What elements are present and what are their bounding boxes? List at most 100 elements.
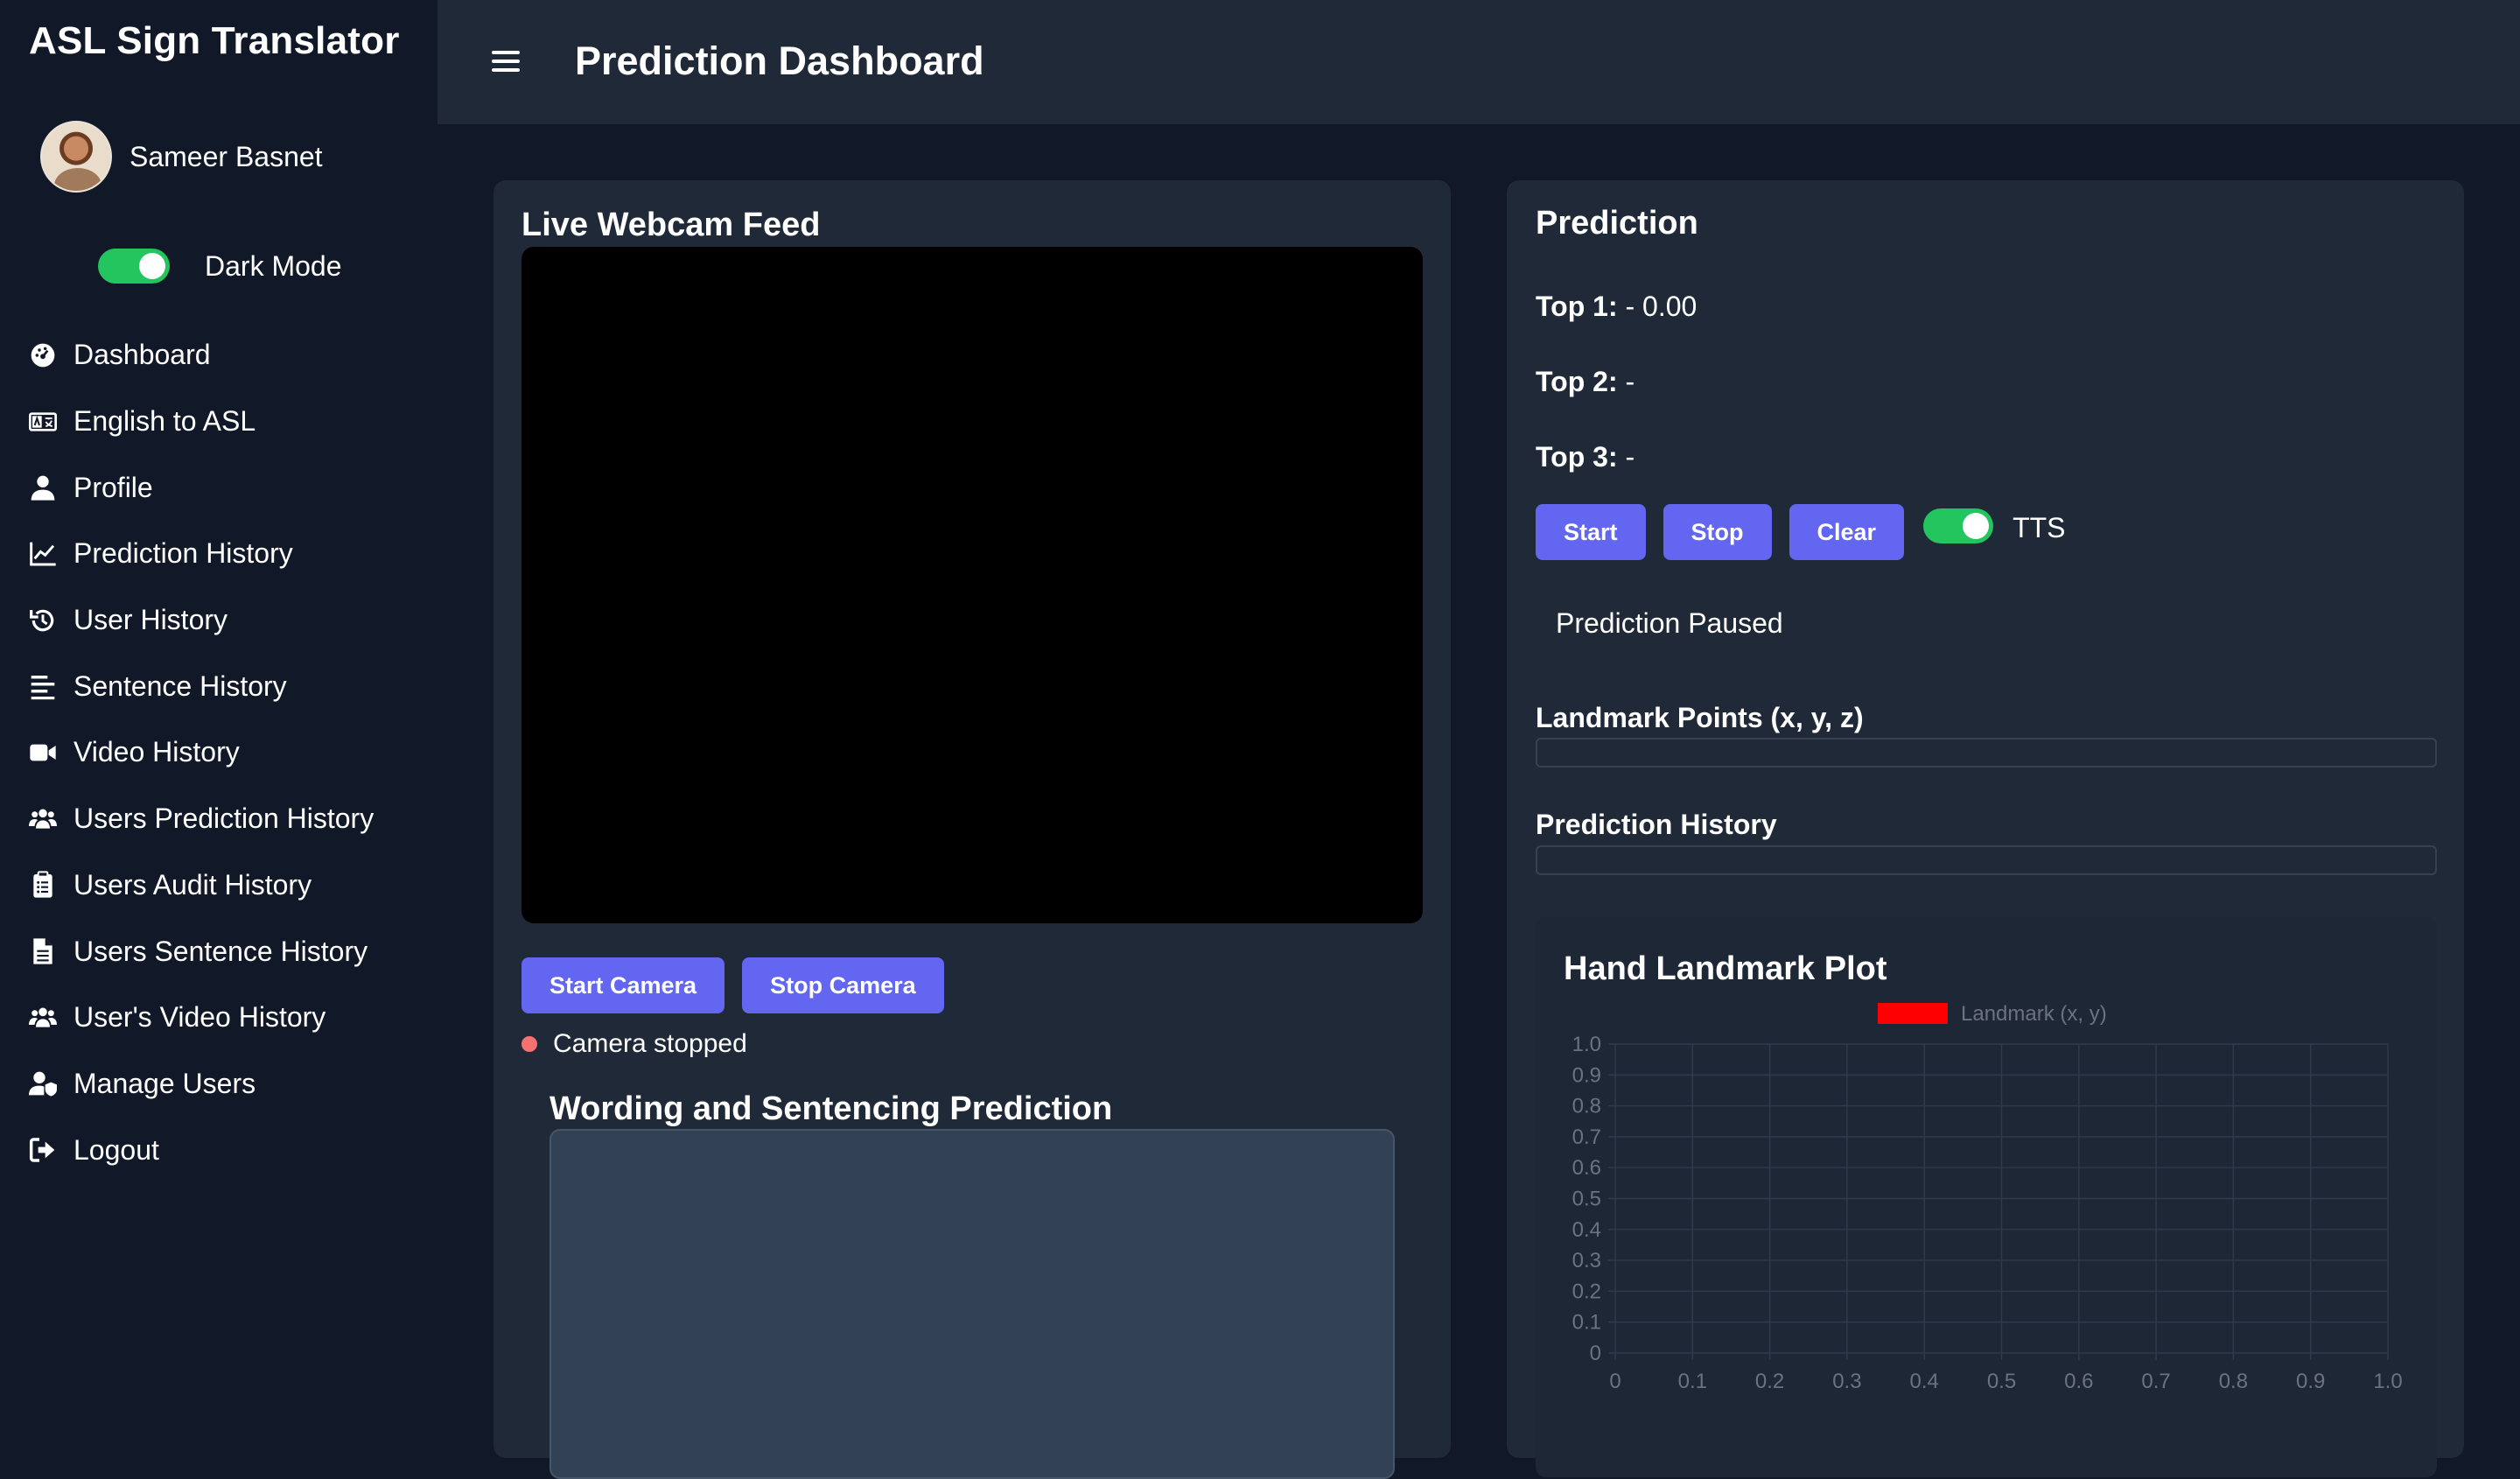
y-tick-label: 0.9 [1572,1063,1601,1087]
user-shield-icon [26,1067,60,1100]
page-title: Prediction Dashboard [575,39,984,83]
avatar [40,121,112,193]
tts-label: TTS [2012,511,2066,543]
legend-label: Landmark (x, y) [1961,1002,2107,1026]
chart-line-icon [26,537,60,571]
users-icon [26,803,60,836]
sidebar-item-label: Users Prediction History [74,803,374,835]
x-tick-label: 0.2 [1755,1370,1784,1393]
top2-label: Top 2: [1536,366,1618,397]
x-tick-label: 0.5 [1987,1370,2016,1393]
prediction-controls: Start Stop Clear TTS [1536,504,2066,560]
user-icon [26,471,60,504]
y-tick-label: 0 [1590,1342,1601,1365]
y-tick-label: 0.2 [1572,1279,1601,1303]
user-name: Sameer Basnet [130,140,323,172]
y-tick-label: 0.5 [1572,1188,1601,1211]
sidebar-item-users-sentence-history[interactable]: Users Sentence History [26,918,374,985]
x-tick-label: 0.9 [2296,1370,2325,1393]
sidebar-item-label: Users Audit History [74,868,312,901]
x-tick-label: 0.1 [1678,1370,1707,1393]
prediction-history-box [1536,845,2437,875]
sidebar-item-label: Dashboard [74,339,211,371]
webcam-card: Live Webcam Feed Start Camera Stop Camer… [494,180,1451,1479]
sidebar-item-label: Manage Users [74,1067,256,1099]
sidebar-item-label: Logout [74,1133,159,1166]
status-dot-icon [522,1036,537,1052]
dashboard-icon [26,339,60,372]
sidebar-item-label: Sentence History [74,669,287,702]
x-tick-label: 1.0 [2373,1370,2402,1393]
sidebar-item-dashboard[interactable]: Dashboard [26,322,374,389]
language-icon [26,405,60,438]
prediction-card: Prediction Top 1: - 0.00 Top 2: - Top 3:… [1507,180,2464,1477]
y-tick-label: 0.4 [1572,1218,1601,1242]
prediction-title: Prediction [1536,205,1698,242]
start-button[interactable]: Start [1536,504,1646,560]
toggle-knob [139,253,165,279]
y-tick-label: 0.1 [1572,1311,1601,1335]
y-tick-label: 0.6 [1572,1156,1601,1180]
logout-icon [26,1133,60,1167]
stop-camera-button[interactable]: Stop Camera [742,957,944,1013]
clipboard-icon [26,868,60,901]
webcam-title: Live Webcam Feed [522,207,821,243]
legend-swatch [1878,1003,1948,1024]
start-camera-button[interactable]: Start Camera [522,957,725,1013]
top3-value: - [1625,441,1635,473]
hand-landmark-plot: Hand Landmark Plot 0 0.1 0.2 0.3 0.4 0.5 0.6 0.… [1536,917,2437,1477]
top2-value: - [1625,366,1635,397]
sidebar-item-label: English to ASL [74,405,256,438]
sidebar-item-manage-users[interactable]: Manage Users [26,1051,374,1118]
dark-mode-row: Dark Mode [98,249,342,284]
video-icon [26,736,60,769]
webcam-feed [522,247,1423,923]
users-icon [26,1001,60,1034]
clear-button[interactable]: Clear [1788,504,1905,560]
y-tick-label: 0.7 [1572,1125,1601,1149]
stop-button[interactable]: Stop [1662,504,1772,560]
landmark-points-box [1536,738,2437,768]
chart-svg: 0 0.1 0.2 0.3 0.4 0.5 0.6 0.7 0.8 0.9 1.0 0 0.1 0.2 0.… [1572,1002,2403,1393]
sidebar-item-users-video-history[interactable]: User's Video History [26,985,374,1051]
dark-mode-toggle[interactable] [98,249,170,284]
x-tick-label: 0.6 [2064,1370,2093,1393]
top2-row: Top 2: - [1536,366,1634,398]
sidebar-item-sentence-history[interactable]: Sentence History [26,653,374,719]
sidebar-item-label: User History [74,604,228,636]
camera-status-text: Camera stopped [553,1029,747,1058]
file-icon [26,935,60,968]
top-bar: Prediction Dashboard [438,0,2520,124]
camera-controls: Start Camera Stop Camera [522,957,944,1013]
sidebar-nav: Dashboard English to ASL Profile Predict… [26,322,374,1183]
sidebar-item-profile[interactable]: Profile [26,454,374,521]
sidebar-item-english-to-asl[interactable]: English to ASL [26,389,374,455]
prediction-history-title: Prediction History [1536,809,1777,840]
sidebar-item-label: Prediction History [74,537,293,570]
wording-output-box [550,1129,1395,1479]
sidebar-item-user-history[interactable]: User History [26,587,374,654]
tts-toggle[interactable] [1923,508,1994,543]
x-tick-label: 0.4 [1910,1370,1939,1393]
sidebar-item-label: Profile [74,471,153,503]
sidebar-item-users-audit-history[interactable]: Users Audit History [26,852,374,919]
toggle-knob [1963,513,1990,539]
align-left-icon [26,669,60,703]
sidebar-item-video-history[interactable]: Video History [26,719,374,786]
top1-label: Top 1: [1536,291,1618,322]
sidebar-item-label: User's Video History [74,1001,326,1034]
history-icon [26,604,60,637]
top1-row: Top 1: - 0.00 [1536,291,1697,323]
x-tick-label: 0.7 [2141,1370,2170,1393]
y-tick-label: 1.0 [1572,1033,1601,1056]
x-tick-label: 0 [1609,1370,1620,1393]
wording-title: Wording and Sentencing Prediction [550,1090,1113,1127]
sidebar-item-logout[interactable]: Logout [26,1117,374,1183]
dark-mode-label: Dark Mode [205,249,342,282]
top3-row: Top 3: - [1536,441,1634,473]
menu-icon[interactable] [492,51,520,74]
sidebar: ASL Sign Translator Sameer Basnet Dark M… [0,0,438,1430]
app-title: ASL Sign Translator [29,19,400,62]
sidebar-item-users-prediction-history[interactable]: Users Prediction History [26,786,374,852]
sidebar-item-prediction-history[interactable]: Prediction History [26,521,374,587]
